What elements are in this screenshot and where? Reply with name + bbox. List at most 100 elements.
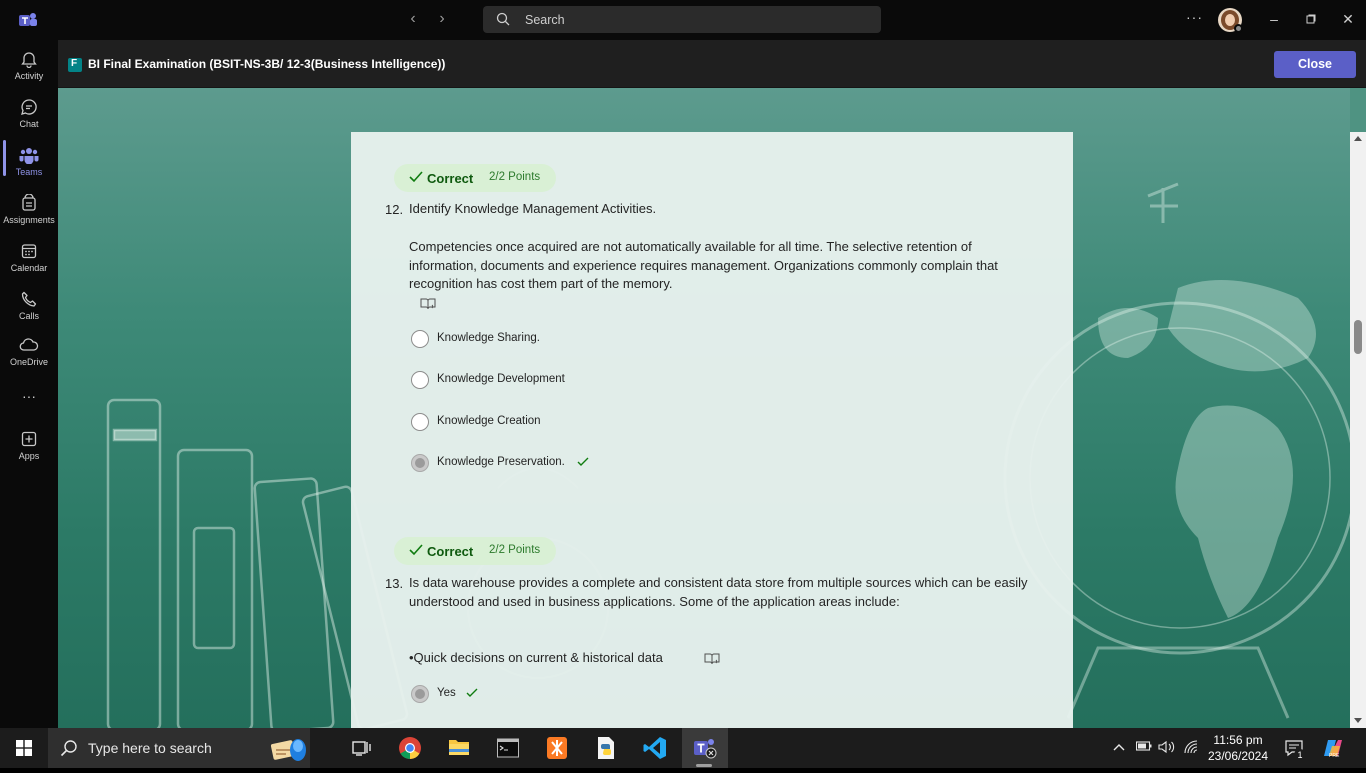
teams-icon xyxy=(19,148,39,164)
task-view-button[interactable] xyxy=(340,728,384,768)
teams-taskbar-icon xyxy=(694,739,717,759)
assignments-icon xyxy=(22,194,36,211)
points-label: 2/2 Points xyxy=(489,171,541,183)
wifi-icon[interactable] xyxy=(1184,740,1200,757)
option-label: Knowledge Preservation. xyxy=(437,456,565,468)
rail-item-label: OneDrive xyxy=(9,357,48,367)
volume-icon[interactable] xyxy=(1158,740,1176,757)
windows-start-icon[interactable] xyxy=(16,740,32,756)
rail-item-assignments[interactable]: Assignments xyxy=(0,188,58,234)
scroll-up-icon[interactable] xyxy=(1354,136,1362,141)
question-body: Competencies once acquired are not autom… xyxy=(409,239,998,291)
radio-button-selected[interactable] xyxy=(411,454,429,472)
close-window-button[interactable]: ✕ xyxy=(1333,8,1363,30)
rail-item-chat[interactable]: Chat xyxy=(0,92,58,138)
taskbar-file-explorer[interactable] xyxy=(437,728,481,768)
correct-badge: Correct 2/2 Points xyxy=(394,164,556,192)
option-label: Knowledge Creation xyxy=(437,415,541,427)
taskbar-vscode[interactable] xyxy=(633,728,677,768)
system-clock[interactable]: 11:56 pm 23/06/2024 xyxy=(1200,732,1276,764)
taskbar: Type here to search 11:56 pm 23/06/2024 … xyxy=(0,728,1366,768)
taskbar-python[interactable] xyxy=(584,728,628,768)
option-label: Knowledge Development xyxy=(437,373,565,385)
presence-status-icon xyxy=(1234,24,1243,33)
scrollbar-gutter xyxy=(1350,88,1366,132)
chevron-up-icon[interactable] xyxy=(1113,740,1125,755)
rail-item-activity[interactable]: Activity xyxy=(0,44,58,90)
taskbar-terminal[interactable] xyxy=(486,728,530,768)
battery-icon[interactable] xyxy=(1135,740,1152,755)
clock-time: 11:56 pm xyxy=(1213,733,1263,747)
radio-button[interactable] xyxy=(411,330,429,348)
app-rail: Activity Chat Teams Assignments Calendar… xyxy=(0,40,58,728)
search-icon xyxy=(60,740,77,757)
immersive-reader-icon[interactable] xyxy=(420,297,436,311)
folder-icon xyxy=(449,740,469,755)
correct-check-icon xyxy=(577,457,589,466)
question-number: 13. xyxy=(385,576,404,591)
rail-item-calendar[interactable]: Calendar xyxy=(0,236,58,282)
scroll-down-icon[interactable] xyxy=(1354,718,1362,723)
radio-button[interactable] xyxy=(411,413,429,431)
correct-check-icon xyxy=(466,688,478,697)
maximize-button[interactable] xyxy=(1296,8,1326,30)
terminal-icon xyxy=(497,738,519,758)
question-title: Identify Knowledge Management Activities… xyxy=(409,201,657,216)
search-placeholder: Search xyxy=(525,13,565,27)
rail-item-onedrive[interactable]: OneDrive xyxy=(0,330,58,376)
correct-label: Correct xyxy=(427,171,474,186)
bell-icon xyxy=(21,52,37,68)
rail-item-teams[interactable]: Teams xyxy=(0,140,58,186)
back-arrow-icon[interactable]: ‹ xyxy=(403,10,423,28)
radio-button[interactable] xyxy=(411,371,429,389)
rail-item-label: Calendar xyxy=(10,263,48,273)
rail-item-label: Apps xyxy=(18,451,40,461)
task-view-icon xyxy=(352,741,371,756)
rail-item-label: Activity xyxy=(14,71,44,81)
rail-item-calls[interactable]: Calls xyxy=(0,284,58,330)
option-label: Yes xyxy=(437,687,456,699)
rail-item-apps[interactable]: Apps xyxy=(0,424,58,470)
more-options-icon[interactable]: ··· xyxy=(1186,9,1203,25)
notification-count: 1 xyxy=(1294,749,1306,761)
rail-item-label: Teams xyxy=(15,167,43,177)
check-icon xyxy=(409,171,423,183)
quiz-results-card: Correct 2/2 Points 12. Identify Knowledg… xyxy=(351,132,1073,728)
taskbar-search-placeholder: Type here to search xyxy=(88,740,212,756)
plus-icon xyxy=(21,431,37,447)
scrollbar-thumb[interactable] xyxy=(1354,320,1362,354)
rail-item-label: Assignments xyxy=(3,215,55,225)
forms-icon xyxy=(68,58,82,72)
teams-logo-icon[interactable] xyxy=(18,10,38,30)
search-icon xyxy=(496,12,510,26)
taskbar-teams[interactable] xyxy=(682,728,728,768)
scrollbar[interactable] xyxy=(1350,132,1366,728)
page-title: BI Final Examination (BSIT-NS-3B/ 12-3(B… xyxy=(88,57,446,71)
rail-item-more[interactable]: ··· xyxy=(0,386,58,406)
more-icon: ··· xyxy=(22,388,36,404)
taskbar-xampp[interactable] xyxy=(535,728,579,768)
correct-badge: Correct 2/2 Points xyxy=(394,537,556,565)
option-label: Knowledge Sharing. xyxy=(437,332,540,344)
chrome-icon xyxy=(399,737,421,759)
form-header: BI Final Examination (BSIT-NS-3B/ 12-3(B… xyxy=(58,40,1366,88)
immersive-reader-icon[interactable] xyxy=(704,652,720,666)
search-highlight-icon xyxy=(270,739,306,761)
taskbar-search[interactable]: Type here to search xyxy=(48,728,310,768)
forward-arrow-icon[interactable]: › xyxy=(432,10,452,28)
cloud-icon xyxy=(19,338,39,351)
points-label: 2/2 Points xyxy=(489,544,541,556)
rail-item-label: Calls xyxy=(18,311,39,321)
minimize-button[interactable]: – xyxy=(1259,8,1289,30)
question-title: Is data warehouse provides a complete an… xyxy=(409,575,1028,609)
copilot-icon[interactable]: PRE xyxy=(1322,738,1344,758)
check-icon xyxy=(409,544,423,556)
phone-icon xyxy=(21,291,37,307)
radio-button-selected[interactable] xyxy=(411,685,429,703)
taskbar-chrome[interactable] xyxy=(388,728,432,768)
calendar-icon xyxy=(21,244,37,259)
xampp-icon xyxy=(547,737,567,759)
close-button[interactable]: Close xyxy=(1274,51,1356,78)
search-input[interactable]: Search xyxy=(483,6,881,33)
rail-item-label: Chat xyxy=(19,119,39,129)
